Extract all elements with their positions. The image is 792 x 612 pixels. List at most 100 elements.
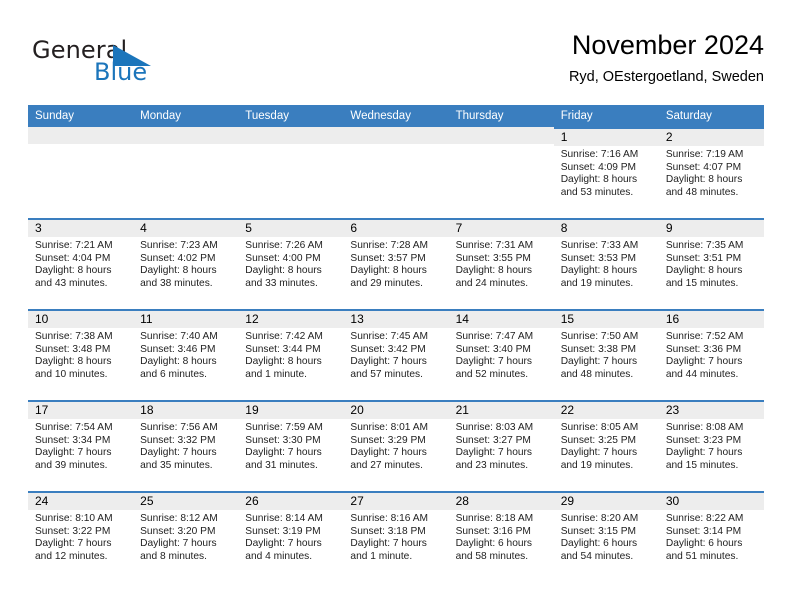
day-cell[interactable]: 1 Sunrise: 7:16 AM Sunset: 4:09 PM Daylight…: [553, 127, 659, 218]
day-cell[interactable]: 17 Sunrise: 7:54 AM Sunset: 3:34 PM Dayligh…: [28, 400, 134, 491]
day-cell[interactable]: 22 Sunrise: 8:05 AM Sunset: 3:25 PM Dayligh…: [553, 400, 659, 491]
sunset-text: Sunset: 3:19 PM: [245, 525, 321, 537]
day-details: Sunrise: 8:08 AM Sunset: 3:23 PM Daylight:…: [659, 419, 764, 472]
sunrise-text: Sunrise: 7:47 AM: [455, 331, 534, 342]
day-cell[interactable]: 18 Sunrise: 7:56 AM Sunset: 3:32 PM Dayligh…: [133, 400, 239, 491]
day-cell[interactable]: 15 Sunrise: 7:50 AM Sunset: 3:38 PM Dayligh…: [553, 309, 659, 400]
day-cell[interactable]: 28 Sunrise: 8:18 AM Sunset: 3:16 PM Dayligh…: [448, 491, 554, 582]
sunset-text: Sunset: 3:20 PM: [140, 525, 216, 537]
sunset-text: Sunset: 3:46 PM: [140, 343, 216, 355]
calendar-week-row: 10 Sunrise: 7:38 AM Sunset: 3:48 PM Dayligh…: [28, 309, 764, 400]
calendar-day-cell: [28, 127, 134, 218]
day-cell[interactable]: 29 Sunrise: 8:20 AM Sunset: 3:15 PM Dayligh…: [553, 491, 659, 582]
day-cell[interactable]: 19 Sunrise: 7:59 AM Sunset: 3:30 PM Dayligh…: [238, 400, 344, 491]
day-details: Sunrise: 7:23 AM Sunset: 4:02 PM Daylight:…: [133, 237, 238, 290]
day-number: [448, 127, 554, 144]
day-cell[interactable]: 27 Sunrise: 8:16 AM Sunset: 3:18 PM Dayligh…: [343, 491, 449, 582]
daylight-text-line1: Daylight: 7 hours: [35, 538, 112, 550]
daylight-text-line2: and 15 minutes.: [665, 277, 739, 289]
calendar-day-cell: [343, 127, 449, 218]
day-number: 13: [343, 311, 449, 328]
day-cell[interactable]: 25 Sunrise: 8:12 AM Sunset: 3:20 PM Dayligh…: [133, 491, 239, 582]
daylight-text-line1: Daylight: 7 hours: [455, 356, 533, 368]
day-number: 24: [28, 493, 134, 510]
sunset-text: Sunset: 4:07 PM: [665, 161, 742, 173]
daylight-text-line2: and 52 minutes.: [455, 368, 529, 380]
day-details: Sunrise: 7:45 AM Sunset: 3:42 PM Daylight:…: [343, 328, 448, 381]
daylight-text-line2: and 10 minutes.: [35, 368, 108, 380]
day-number: [28, 127, 134, 144]
day-number: 28: [448, 493, 554, 510]
day-details: Sunrise: 8:03 AM Sunset: 3:27 PM Daylight:…: [449, 419, 554, 472]
sunset-text: Sunset: 3:42 PM: [350, 343, 426, 355]
day-cell[interactable]: 12 Sunrise: 7:42 AM Sunset: 3:44 PM Dayligh…: [238, 309, 344, 400]
daylight-text-line2: and 31 minutes.: [245, 459, 318, 471]
sunrise-text: Sunrise: 8:12 AM: [140, 513, 218, 524]
day-number: 7: [448, 220, 554, 237]
day-cell-empty: [133, 127, 239, 218]
day-cell[interactable]: 23 Sunrise: 8:08 AM Sunset: 3:23 PM Dayligh…: [658, 400, 764, 491]
day-cell[interactable]: 30 Sunrise: 8:22 AM Sunset: 3:14 PM Dayligh…: [658, 491, 764, 582]
day-details: Sunrise: 7:16 AM Sunset: 4:09 PM Daylight:…: [554, 146, 659, 199]
day-cell[interactable]: 16 Sunrise: 7:52 AM Sunset: 3:36 PM Dayligh…: [658, 309, 764, 400]
day-cell[interactable]: 24 Sunrise: 8:10 AM Sunset: 3:22 PM Dayligh…: [28, 491, 134, 582]
sunset-text: Sunset: 4:00 PM: [245, 252, 321, 264]
sunset-text: Sunset: 3:51 PM: [665, 252, 742, 264]
day-number: 14: [448, 311, 554, 328]
daylight-text-line1: Daylight: 8 hours: [665, 174, 743, 186]
general-blue-logo[interactable]: General Blue: [32, 36, 212, 92]
sunrise-text: Sunrise: 7:23 AM: [140, 240, 218, 251]
weekday-header-sunday: Sunday: [28, 105, 134, 127]
day-cell[interactable]: 3 Sunrise: 7:21 AM Sunset: 4:04 PM Daylight…: [28, 218, 134, 309]
sunrise-text: Sunrise: 8:20 AM: [560, 513, 639, 524]
day-number: 30: [658, 493, 764, 510]
sunset-text: Sunset: 3:34 PM: [35, 434, 111, 446]
calendar-day-cell: 14 Sunrise: 7:47 AM Sunset: 3:40 PM Dayligh…: [448, 309, 554, 400]
calendar-week-row: 17 Sunrise: 7:54 AM Sunset: 3:34 PM Dayligh…: [28, 400, 764, 491]
day-cell[interactable]: 11 Sunrise: 7:40 AM Sunset: 3:46 PM Dayligh…: [133, 309, 239, 400]
day-cell[interactable]: 8 Sunrise: 7:33 AM Sunset: 3:53 PM Daylight…: [553, 218, 659, 309]
sunrise-text: Sunrise: 8:16 AM: [350, 513, 429, 524]
sunrise-text: Sunrise: 8:14 AM: [245, 513, 323, 524]
day-details: Sunrise: 7:50 AM Sunset: 3:38 PM Daylight:…: [554, 328, 659, 381]
calendar-day-cell: 24 Sunrise: 8:10 AM Sunset: 3:22 PM Dayligh…: [28, 491, 134, 582]
day-cell[interactable]: 21 Sunrise: 8:03 AM Sunset: 3:27 PM Dayligh…: [448, 400, 554, 491]
day-number: 1: [553, 129, 659, 146]
daylight-text-line1: Daylight: 8 hours: [560, 265, 638, 277]
day-number: [238, 127, 344, 144]
weekday-header-thursday: Thursday: [448, 105, 554, 127]
calendar-day-cell: 3 Sunrise: 7:21 AM Sunset: 4:04 PM Daylight…: [28, 218, 134, 309]
daylight-text-line1: Daylight: 8 hours: [35, 356, 112, 368]
daylight-text-line1: Daylight: 8 hours: [350, 265, 427, 277]
sunset-text: Sunset: 3:18 PM: [350, 525, 426, 537]
day-cell[interactable]: 4 Sunrise: 7:23 AM Sunset: 4:02 PM Daylight…: [133, 218, 239, 309]
day-cell[interactable]: 10 Sunrise: 7:38 AM Sunset: 3:48 PM Dayligh…: [28, 309, 134, 400]
day-cell[interactable]: 13 Sunrise: 7:45 AM Sunset: 3:42 PM Dayligh…: [343, 309, 449, 400]
calendar-week-row: 24 Sunrise: 8:10 AM Sunset: 3:22 PM Dayligh…: [28, 491, 764, 582]
day-cell[interactable]: 5 Sunrise: 7:26 AM Sunset: 4:00 PM Daylight…: [238, 218, 344, 309]
sunrise-text: Sunrise: 7:31 AM: [455, 240, 534, 251]
daylight-text-line1: Daylight: 8 hours: [455, 265, 533, 277]
day-cell[interactable]: 20 Sunrise: 8:01 AM Sunset: 3:29 PM Dayligh…: [343, 400, 449, 491]
day-cell[interactable]: 26 Sunrise: 8:14 AM Sunset: 3:19 PM Dayligh…: [238, 491, 344, 582]
daylight-text-line1: Daylight: 8 hours: [140, 265, 217, 277]
calendar-page: General Blue November 2024 Ryd, OEstergo…: [0, 0, 792, 612]
day-cell[interactable]: 7 Sunrise: 7:31 AM Sunset: 3:55 PM Daylight…: [448, 218, 554, 309]
day-number: 6: [343, 220, 449, 237]
sunrise-text: Sunrise: 8:03 AM: [455, 422, 534, 433]
daylight-text-line1: Daylight: 7 hours: [35, 447, 112, 459]
calendar-body: 1 Sunrise: 7:16 AM Sunset: 4:09 PM Daylight…: [28, 127, 764, 582]
daylight-text-line1: Daylight: 7 hours: [140, 538, 217, 550]
sunrise-text: Sunrise: 8:08 AM: [665, 422, 744, 433]
sunset-text: Sunset: 3:23 PM: [665, 434, 742, 446]
day-cell[interactable]: 9 Sunrise: 7:35 AM Sunset: 3:51 PM Daylight…: [658, 218, 764, 309]
calendar-day-cell: 30 Sunrise: 8:22 AM Sunset: 3:14 PM Dayligh…: [658, 491, 764, 582]
calendar-day-cell: 6 Sunrise: 7:28 AM Sunset: 3:57 PM Daylight…: [343, 218, 449, 309]
day-cell[interactable]: 14 Sunrise: 7:47 AM Sunset: 3:40 PM Dayligh…: [448, 309, 554, 400]
day-cell[interactable]: 2 Sunrise: 7:19 AM Sunset: 4:07 PM Daylight…: [658, 127, 764, 218]
sunrise-text: Sunrise: 7:42 AM: [245, 331, 323, 342]
sunset-text: Sunset: 4:09 PM: [560, 161, 637, 173]
daylight-text-line2: and 29 minutes.: [350, 277, 423, 289]
day-cell[interactable]: 6 Sunrise: 7:28 AM Sunset: 3:57 PM Daylight…: [343, 218, 449, 309]
sunrise-text: Sunrise: 7:59 AM: [245, 422, 323, 433]
